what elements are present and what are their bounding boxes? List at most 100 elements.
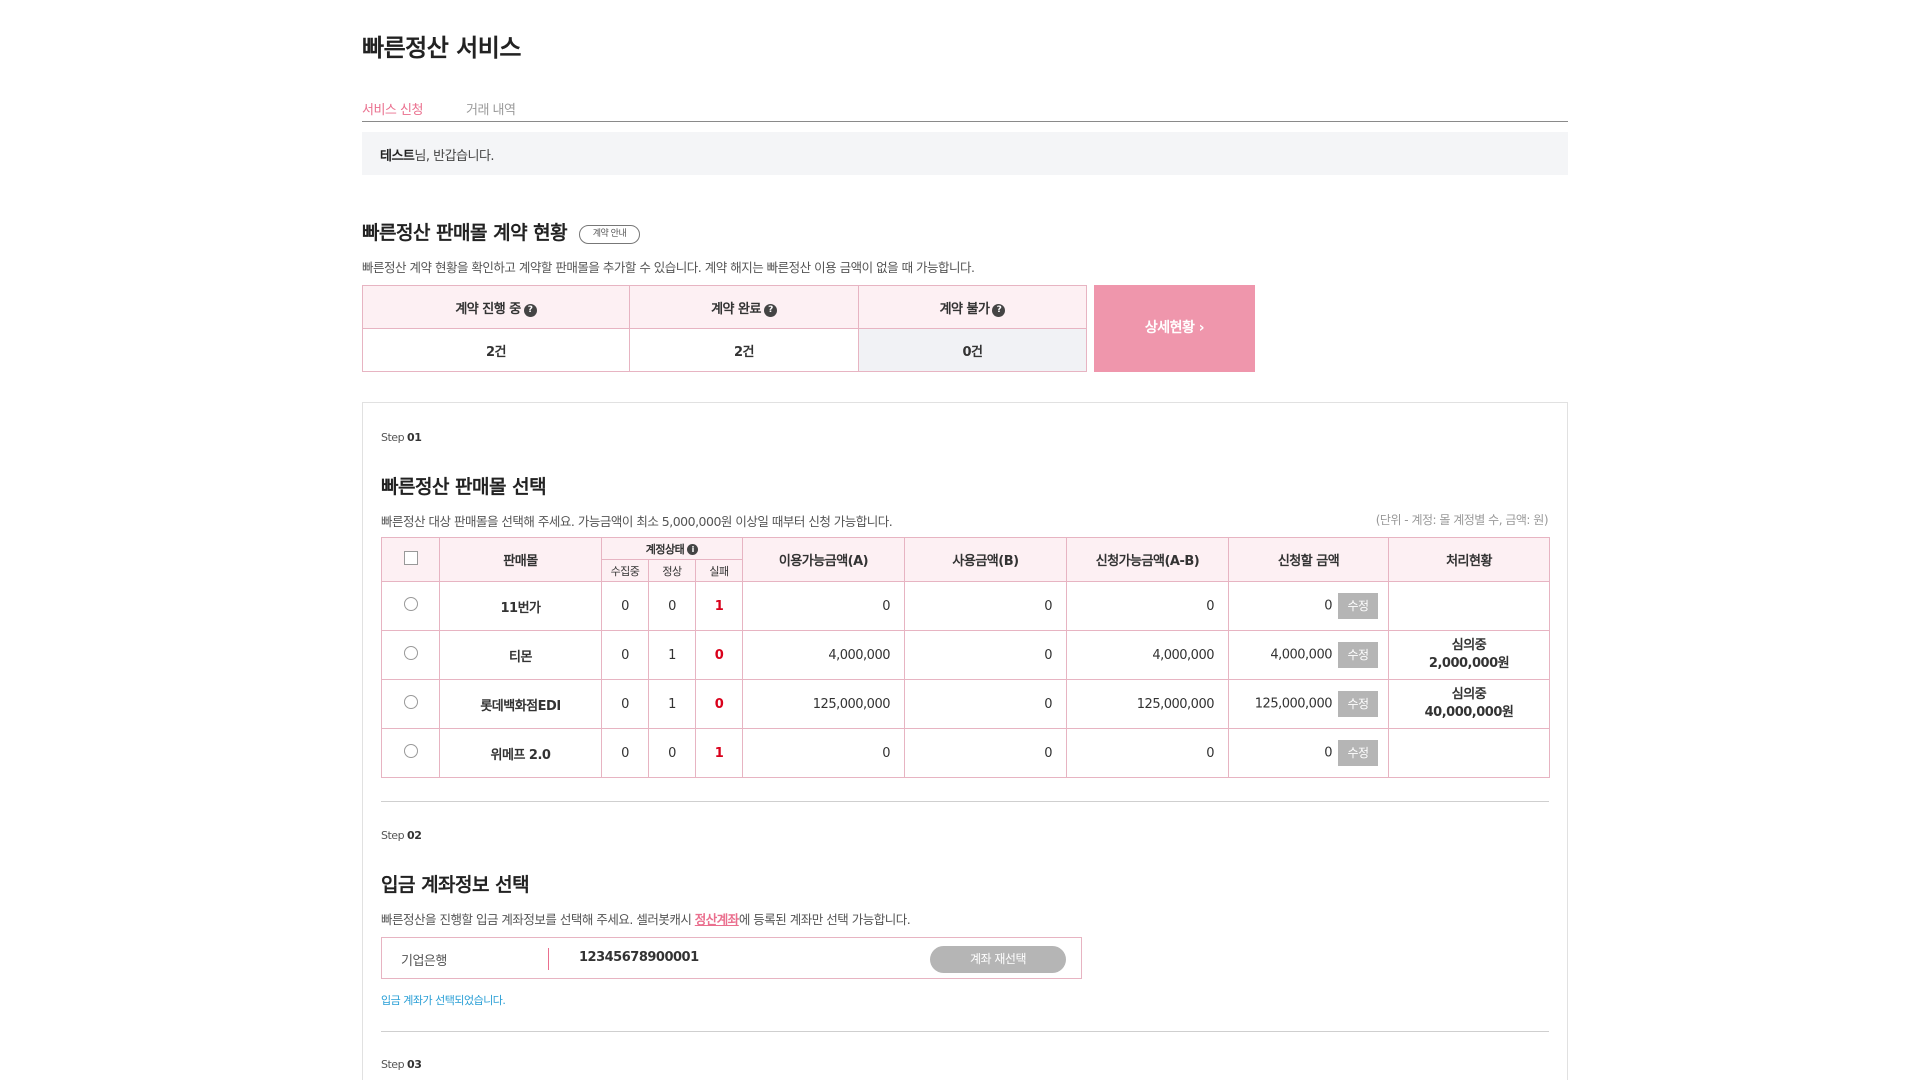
contract-status-table: 계약 진행 중? 계약 완료? 계약 불가? 2건 2건 0건	[362, 285, 1087, 372]
select-all-checkbox[interactable]	[403, 550, 418, 565]
table-row: 위메프 2.0 0 0 1 0 0 0 0 수정	[381, 728, 1550, 778]
applicable-amount: 4,000,000	[1066, 630, 1229, 680]
process-status: 심의중 2,000,000원	[1388, 630, 1550, 680]
page-title: 빠른정산 서비스	[362, 34, 521, 62]
tab-bar: 서비스 신청 거래 내역	[362, 96, 1568, 122]
row-select-radio[interactable]	[403, 646, 418, 660]
apply-amount: 0	[1324, 745, 1332, 761]
step3-label: Step 03	[381, 1058, 422, 1071]
status-value-unavailable: 0건	[858, 328, 1087, 372]
used-amount: 0	[904, 728, 1067, 778]
apply-amount: 4,000,000	[1270, 647, 1332, 663]
apply-amount: 0	[1324, 598, 1332, 614]
apply-amount-cell: 4,000,000 수정	[1228, 630, 1389, 680]
failed-count: 1	[695, 728, 743, 778]
collecting-count: 0	[601, 679, 649, 729]
help-icon[interactable]: ?	[992, 303, 1006, 317]
header-used: 사용금액(B)	[904, 537, 1067, 582]
help-icon[interactable]: ?	[523, 303, 537, 317]
apply-amount-cell: 125,000,000 수정	[1228, 679, 1389, 729]
process-status	[1388, 581, 1550, 631]
failed-count: 0	[695, 630, 743, 680]
header-collecting: 수집중	[601, 559, 649, 582]
step2-label: Step 02	[381, 829, 422, 842]
header-process-status: 처리현황	[1388, 537, 1550, 582]
header-applicable: 신청가능금액(A-B)	[1066, 537, 1229, 582]
step2-description: 빠른정산을 진행할 입금 계좌정보를 선택해 주세요. 셀러봇캐시 정산계좌에 …	[381, 912, 911, 927]
row-select-radio[interactable]	[403, 744, 418, 758]
header-available: 이용가능금액(A)	[742, 537, 905, 582]
account-selected-notice: 입금 계좌가 선택되었습니다.	[381, 994, 506, 1007]
mall-name: 11번가	[439, 581, 602, 631]
unit-note: (단위 - 계정: 몰 계정별 수, 금액: 원)	[1375, 513, 1549, 527]
row-select-radio[interactable]	[403, 695, 418, 709]
step1-label: Step 01	[381, 431, 422, 444]
separator	[548, 948, 549, 970]
header-failed: 실패	[695, 559, 743, 582]
normal-count: 0	[648, 581, 696, 631]
available-amount: 0	[742, 581, 905, 631]
status-header-unavailable: 계약 불가?	[858, 285, 1087, 329]
info-icon[interactable]: i	[687, 543, 699, 555]
table-row: 롯데백화점EDI 0 1 0 125,000,000 0 125,000,000…	[381, 679, 1550, 729]
applicable-amount: 125,000,000	[1066, 679, 1229, 729]
account-reselect-button[interactable]: 계좌 재선택	[930, 946, 1066, 973]
step2-title: 입금 계좌정보 선택	[381, 874, 530, 896]
help-icon[interactable]: ?	[763, 303, 777, 317]
apply-amount-cell: 0 수정	[1228, 581, 1389, 631]
step1-title: 빠른정산 판매몰 선택	[381, 476, 547, 498]
row-select-radio[interactable]	[403, 597, 418, 611]
process-status	[1388, 728, 1550, 778]
normal-count: 1	[648, 679, 696, 729]
contract-section-title: 빠른정산 판매몰 계약 현황	[362, 222, 568, 244]
account-select-box: 기업은행 12345678900001 계좌 재선택	[381, 937, 1082, 979]
applicable-amount: 0	[1066, 581, 1229, 631]
header-apply-amount: 신청할 금액	[1228, 537, 1389, 582]
edit-button[interactable]: 수정	[1338, 593, 1378, 619]
collecting-count: 0	[601, 581, 649, 631]
failed-count: 1	[695, 581, 743, 631]
collecting-count: 0	[601, 630, 649, 680]
edit-button[interactable]: 수정	[1338, 740, 1378, 766]
tab-service-apply[interactable]: 서비스 신청	[362, 99, 423, 118]
welcome-text: 님, 반갑습니다.	[414, 149, 495, 164]
collecting-count: 0	[601, 728, 649, 778]
table-row: 티몬 0 1 0 4,000,000 0 4,000,000 4,000,000…	[381, 630, 1550, 680]
normal-count: 0	[648, 728, 696, 778]
normal-count: 1	[648, 630, 696, 680]
used-amount: 0	[904, 630, 1067, 680]
contract-info-button[interactable]: 계약 안내	[579, 225, 640, 244]
status-value-in-progress: 2건	[362, 328, 630, 372]
table-row: 11번가 0 0 1 0 0 0 0 수정	[381, 581, 1550, 631]
step1-description: 빠른정산 대상 판매몰을 선택해 주세요. 가능금액이 최소 5,000,000…	[381, 514, 893, 529]
failed-count: 0	[695, 679, 743, 729]
section-divider	[381, 1031, 1549, 1032]
account-number: 12345678900001	[579, 950, 699, 965]
used-amount: 0	[904, 679, 1067, 729]
detail-status-button[interactable]: 상세현황 ›	[1094, 285, 1255, 372]
settlement-account-link[interactable]: 정산계좌	[695, 912, 740, 927]
available-amount: 0	[742, 728, 905, 778]
contract-description: 빠른정산 계약 현황을 확인하고 계약할 판매몰을 추가할 수 있습니다. 계약…	[362, 260, 975, 275]
status-header-in-progress: 계약 진행 중?	[362, 285, 630, 329]
mall-name: 롯데백화점EDI	[439, 679, 602, 729]
edit-button[interactable]: 수정	[1338, 691, 1378, 717]
status-header-completed: 계약 완료?	[629, 285, 859, 329]
applicable-amount: 0	[1066, 728, 1229, 778]
header-account-status: 계정상태 i	[601, 537, 743, 560]
header-normal: 정상	[648, 559, 696, 582]
tab-transaction-history[interactable]: 거래 내역	[466, 99, 516, 118]
welcome-banner: 테스트님, 반갑습니다.	[362, 132, 1568, 175]
used-amount: 0	[904, 581, 1067, 631]
edit-button[interactable]: 수정	[1338, 642, 1378, 668]
select-all-header	[381, 537, 440, 582]
mall-table: 판매몰 계정상태 i 이용가능금액(A) 사용금액(B) 신청가능금액(A-B) …	[381, 537, 1550, 778]
status-value-completed: 2건	[629, 328, 859, 372]
mall-name: 티몬	[439, 630, 602, 680]
mall-name: 위메프 2.0	[439, 728, 602, 778]
section-divider	[381, 801, 1549, 802]
header-mall: 판매몰	[439, 537, 602, 582]
available-amount: 4,000,000	[742, 630, 905, 680]
process-status: 심의중 40,000,000원	[1388, 679, 1550, 729]
apply-amount: 125,000,000	[1254, 696, 1333, 712]
